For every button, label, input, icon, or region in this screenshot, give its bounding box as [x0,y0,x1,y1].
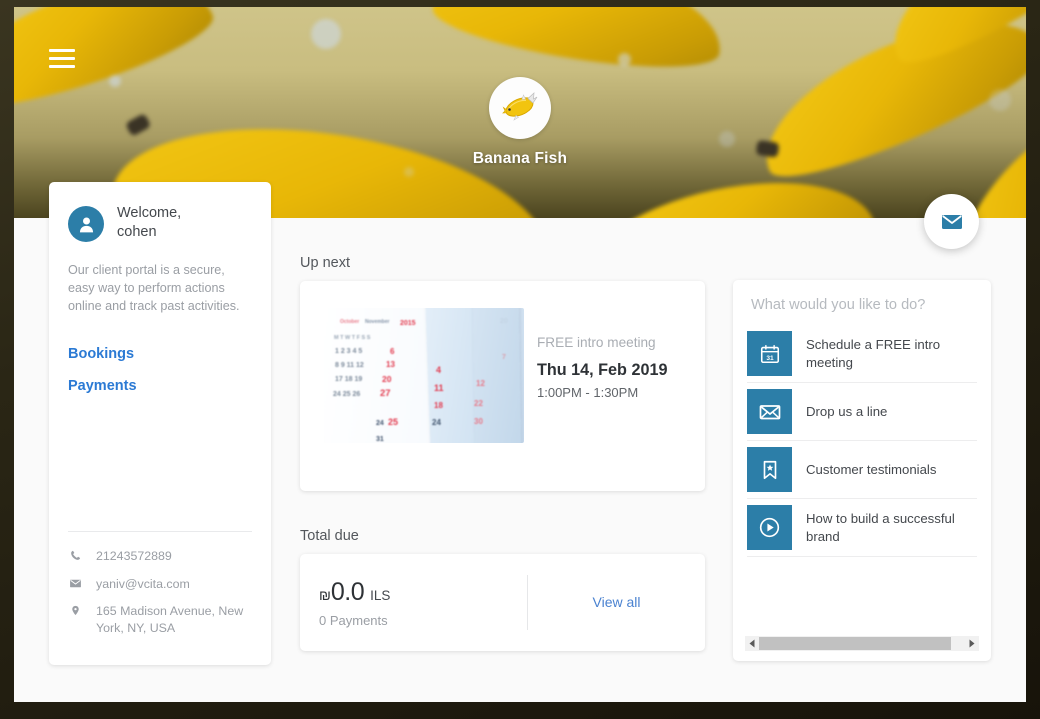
action-label: How to build a successful brand [806,511,955,544]
contact-details: 21243572889 yaniv@vcita.com 165 Madison … [68,548,252,647]
due-amount: ₪ 0.0 ILS [319,578,527,607]
scrollbar-track[interactable] [759,637,965,650]
play-glyph [759,517,780,538]
payments-count: 0 Payments [319,612,388,628]
currency-symbol: ₪ [319,586,331,603]
view-all-link[interactable]: View all [593,594,641,610]
total-due-section: Total due ₪ 0.0 ILS 0 Payments View all [300,528,705,651]
envelope-icon [747,389,792,434]
contact-email-value: yaniv@vcita.com [96,576,190,591]
contact-phone-value: 21243572889 [96,549,172,563]
meeting-date: Thu 14, Feb 2019 [537,361,668,379]
calendar-31-icon: 31 [747,331,792,376]
business-identity: Banana Fish [14,77,1026,168]
action-label: Customer testimonials [806,461,937,477]
action-label: Drop us a line [806,403,888,419]
scrollbar-thumb[interactable] [759,637,951,650]
envelope-glyph [759,404,780,419]
action-item-schedule-meeting[interactable]: 31 Schedule a FREE intro meeting [747,325,977,383]
main-content: Welcome, cohen Our client portal is a se… [14,182,1026,702]
right-arrow-glyph [969,639,975,648]
hamburger-menu-icon[interactable] [48,45,80,75]
contact-address-row[interactable]: 165 Madison Avenue, New York, NY, USA [68,603,252,636]
phone-icon [68,548,83,562]
pin-glyph [72,605,79,616]
up-next-card[interactable]: 2015 October November M T W T F S S 1 2 … [300,281,705,491]
envelope-icon [941,214,962,229]
user-avatar-icon [68,206,104,242]
total-due-card: ₪ 0.0 ILS 0 Payments View all [300,554,705,651]
total-due-title: Total due [300,528,359,544]
person-glyph [79,217,93,232]
currency-code: ILS [370,587,391,603]
portal-description: Our client portal is a secure, easy way … [68,263,240,313]
calendar-photo: 2015 October November M T W T F S S 1 2 … [324,308,524,443]
action-item-drop-us-a-line[interactable]: Drop us a line [747,383,977,441]
left-arrow-glyph [749,639,755,648]
message-fab-button[interactable] [924,194,979,249]
welcome-username: cohen [117,224,157,241]
svg-text:31: 31 [766,354,774,361]
sidebar-links: Bookings Payments [68,330,252,394]
location-pin-icon [68,603,83,617]
welcome-message: Welcome, cohen [117,204,181,242]
action-label: Schedule a FREE intro meeting [806,337,941,370]
calendar-glyph: 31 [760,344,779,363]
up-next-title: Up next [300,255,350,271]
envelope-icon [68,576,83,590]
view-all-container: View all [528,594,705,612]
action-item-build-brand-video[interactable]: How to build a successful brand [747,499,977,557]
actions-horizontal-scrollbar[interactable] [745,636,979,651]
bookmark-glyph [763,460,776,479]
profile-header: Welcome, cohen [68,204,252,242]
business-name: Banana Fish [472,150,568,167]
due-value: 0.0 [330,577,365,606]
bookmark-star-icon [747,447,792,492]
meeting-time: 1:00PM - 1:30PM [537,385,639,400]
quick-actions-title: What would you like to do? [751,297,926,313]
client-portal-page: Banana Fish Welcome, cohen Our client po… [14,7,1026,702]
contact-email-row[interactable]: yaniv@vcita.com [68,576,252,593]
phone-glyph [71,550,81,560]
quick-actions-card: What would you like to do? 31 Schedule a… [733,280,991,661]
contact-phone-row[interactable]: 21243572889 [68,548,252,565]
contact-address-value: 165 Madison Avenue, New York, NY, USA [96,604,244,635]
welcome-greeting: Welcome, [117,205,182,221]
envelope-glyph [70,579,81,587]
chevron-left-icon[interactable] [745,639,759,648]
browser-frame: Banana Fish Welcome, cohen Our client po… [0,0,1040,719]
banana-fish-logo-icon[interactable] [489,77,551,139]
action-item-customer-testimonials[interactable]: Customer testimonials [747,441,977,499]
play-circle-icon [747,505,792,550]
chevron-right-icon[interactable] [965,639,979,648]
sidebar-link-bookings[interactable]: Bookings [68,346,252,362]
divider [68,531,252,532]
due-summary: ₪ 0.0 ILS 0 Payments [300,578,527,628]
sidebar-link-payments[interactable]: Payments [68,378,252,394]
banana-fish-glyph [502,92,538,121]
meeting-info: FREE intro meeting Thu 14, Feb 2019 1:00… [537,308,667,400]
meeting-service-name: FREE intro meeting [537,335,656,350]
middle-column: Up next 2015 October November M T W T F … [300,255,705,651]
profile-sidebar-card: Welcome, cohen Our client portal is a se… [49,182,271,665]
